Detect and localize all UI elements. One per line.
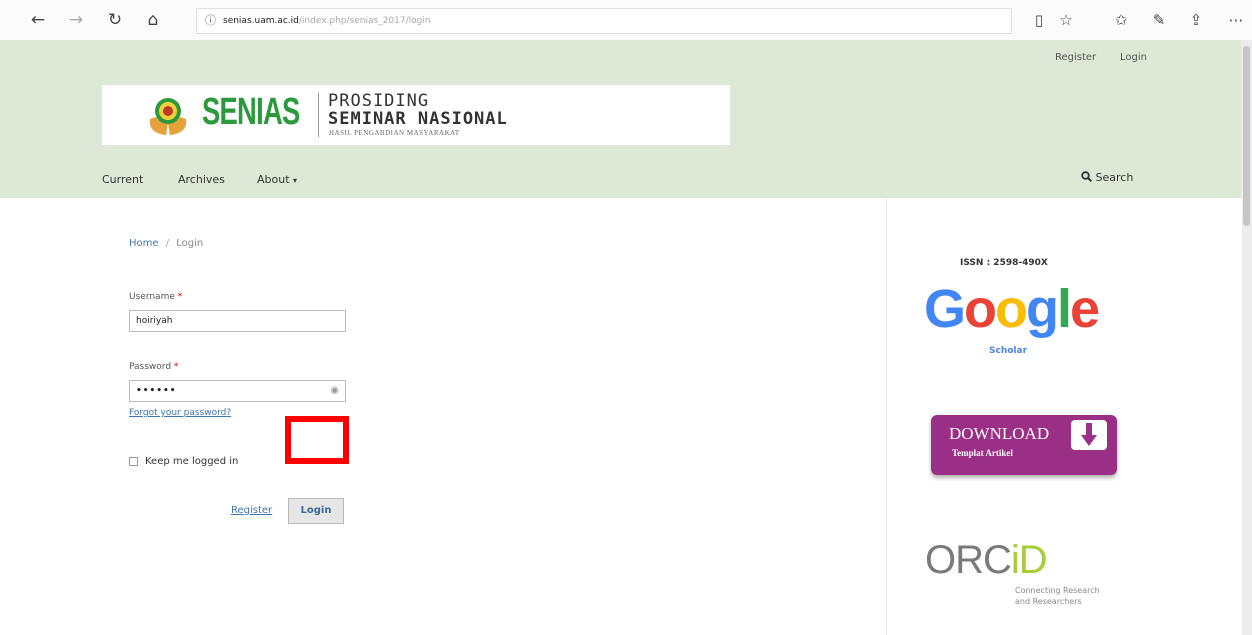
site-logo[interactable]: SENIAS PROSIDING SEMINAR NASIONAL HASIL … [102,85,730,145]
download-arrow-icon [1071,420,1107,450]
main-content: Home / Login Username * hoiriyah Passwor… [102,198,886,635]
scholar-label: Scholar [989,346,1028,356]
required-mark: * [177,292,183,302]
download-template-button[interactable]: DOWNLOAD Templat Artikel [931,415,1117,475]
share-icon[interactable]: ⇪ [1185,8,1207,32]
forgot-password-link[interactable]: Forgot your password? [129,408,231,418]
password-input[interactable]: •••••• ◉ [129,380,346,402]
favorites-hub-icon[interactable]: ✩ [1110,8,1132,32]
orcid-logo[interactable]: ORCiD [925,538,1048,583]
address-bar[interactable]: ⓘ senias.uam.ac.id/index.php/senias_2017… [196,8,1012,34]
home-icon[interactable]: ⌂ [141,8,165,32]
forward-icon[interactable]: → [64,8,88,32]
back-icon[interactable]: ← [26,8,50,32]
keep-logged-in-checkbox[interactable] [129,457,138,466]
page-scrollbar[interactable] [1241,40,1252,635]
logo-line-subtitle: HASIL PENGABDIAN MASYARAKAT [329,129,460,137]
browser-toolbar: ← → ↻ ⌂ ⓘ senias.uam.ac.id/index.php/sen… [0,0,1252,41]
header-register-link[interactable]: Register [1055,52,1096,63]
info-icon: ⓘ [205,14,216,27]
logo-line-seminar: SEMINAR NASIONAL [328,109,508,129]
reading-view-icon[interactable]: ▯ [1028,8,1050,32]
reveal-password-icon[interactable]: ◉ [330,381,339,401]
orcid-tagline: Connecting Research and Researchers [1015,585,1100,607]
issn-label: ISSN : 2598-490X [960,258,1048,268]
header-login-link[interactable]: Login [1120,52,1147,63]
nav-archives[interactable]: Archives [178,173,225,186]
username-label: Username * [129,292,182,302]
refresh-icon[interactable]: ↻ [103,8,127,32]
search-label: Search [1095,171,1134,184]
url-path: /index.php/senias_2017/login [298,16,431,26]
site-header: Register Login SENIAS PROSIDING SEMINAR … [0,40,1241,198]
download-sublabel: Templat Artikel [952,448,1013,458]
web-note-icon[interactable]: ✎ [1148,8,1170,32]
senias-emblem-icon [149,98,187,135]
register-link[interactable]: Register [231,505,272,516]
logo-name: SENIAS [202,91,300,133]
favorite-star-icon[interactable]: ☆ [1055,8,1077,32]
search-link[interactable]: Search [1081,171,1133,184]
nav-about[interactable]: About ▾ [257,173,297,186]
nav-current[interactable]: Current [102,173,143,186]
breadcrumb: Home / Login [129,238,203,249]
download-label: DOWNLOAD [949,424,1050,443]
more-icon[interactable]: ⋯ [1225,8,1247,32]
username-input[interactable]: hoiriyah [129,310,346,332]
username-value: hoiriyah [136,316,173,326]
logo-divider [318,93,319,137]
breadcrumb-home[interactable]: Home [129,238,159,249]
orcid-tagline-line1: Connecting Research [1015,586,1100,595]
caret-down-icon: ▾ [293,176,298,185]
orcid-tagline-line2: and Researchers [1015,597,1082,606]
keep-logged-in-label[interactable]: Keep me logged in [145,456,238,467]
password-value: •••••• [136,386,177,396]
logo-line-prosiding: PROSIDING [328,91,430,111]
highlight-box [285,416,349,464]
required-mark: * [173,362,179,372]
search-icon [1081,171,1093,183]
google-scholar-logo[interactable]: Google [924,282,1100,336]
scrollbar-thumb[interactable] [1243,46,1250,226]
password-label-text: Password [129,362,172,372]
password-label: Password * [129,362,178,372]
breadcrumb-current: Login [176,238,204,249]
username-label-text: Username [129,292,175,302]
sidebar: ISSN : 2598-490X Google Scholar DOWNLOAD… [886,198,1242,635]
url-domain: senias.uam.ac.id [223,16,299,26]
nav-about-label: About [257,173,290,186]
breadcrumb-separator: / [165,238,170,249]
login-button[interactable]: Login [288,498,344,524]
